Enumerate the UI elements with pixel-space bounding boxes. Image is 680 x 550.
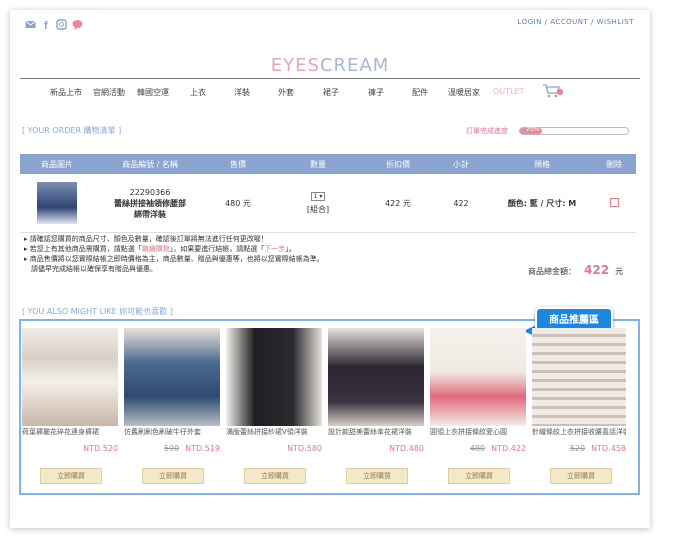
nav-item-skirts[interactable]: 裙子 [323,87,339,98]
nav-item-accessories[interactable]: 配件 [412,87,428,98]
nav-item-coats[interactable]: 外套 [278,87,294,98]
buy-now-button[interactable]: 立即購買 [448,468,510,484]
product-card[interactable]: 圓領上衣拼接條紋愛心圓 480 NTD.422 [430,328,526,453]
nav-item-pants[interactable]: 褲子 [368,87,384,98]
header-divider [20,78,640,79]
note-line-2: ▸ 若您上有其他商品需購買，請點選「繼續購物」，如果要進行結帳，請點選「下一步」… [24,245,296,253]
product-name-line1: 蕾絲拼接袖領修腰部 [114,198,186,208]
product-card[interactable]: 針織條紋上衣拼接收腰喜話洋裝 520 NTD.458 [532,328,626,453]
product-card[interactable]: 滿版蕾絲拼接紗裙V領洋裝 NTD.580 [226,328,322,453]
nav-item-home[interactable]: 溫暖居家 [448,87,480,98]
col-discount: 折扣價 [366,154,430,174]
buy-now-button[interactable]: 立即購買 [40,468,102,484]
chat-icon[interactable] [72,15,83,30]
product-card[interactable]: 仿舊刷刷色刷破牛仔外套 590 NTD.519 [124,328,220,453]
buy-now-button[interactable]: 立即購買 [142,468,204,484]
order-notes: ▸ 請確認您購買的商品尺寸、顏色及數量，確認後訂單將無法進行任何更改喔！ ▸ 若… [24,234,324,274]
nav-item-events[interactable]: 官網活動 [93,87,125,98]
sale-price: NTD.520 [83,444,118,453]
order-total: 商品總金額： 422 元 [528,263,623,277]
total-amount: 422 [584,263,610,277]
progress-label: 訂單完成進度 [466,127,508,135]
product-image[interactable] [532,328,626,426]
cart-table: 商品圖片 商品編號 / 名稱 售價 數量 折扣價 小計 規格 刪除 222903… [20,154,636,233]
sale-price: NTD.480 [389,444,424,453]
product-name[interactable]: 荷葉褲擺花碎花連身褲裙 [22,428,118,444]
buy-now-button[interactable]: 立即購買 [244,468,306,484]
facebook-icon[interactable]: f [41,15,52,32]
next-step-link[interactable]: 下一步 [264,245,285,253]
svg-text:f: f [44,20,48,30]
buy-now-button[interactable]: 立即購買 [550,468,612,484]
nav-item-new[interactable]: 新品上市 [50,87,82,98]
col-subtotal: 小計 [430,154,492,174]
note-line-4: 請儘早完成結帳以確保享有贈品與優惠。 [24,265,157,273]
site-logo[interactable]: EYESCREAM [10,55,650,76]
product-image[interactable] [430,328,526,426]
original-price: 590 [163,444,180,453]
product-spec: 顏色: 藍 / 尺寸: M [492,174,592,233]
product-name[interactable]: 設計款甜美蕾絲傘花裙洋裝 [328,428,424,444]
product-image[interactable] [328,328,424,426]
progress-percent: 20% [526,126,540,133]
quantity-select[interactable]: 1 ▾ [310,192,326,201]
note-line-3: ▸ 商品售價將以您實際結帳之即時價格為主，商品數量、贈品與優惠等，也將以您實際結… [24,255,324,263]
original-price: 480 [469,444,486,453]
page-frame: f LOGIN / ACCOUNT / WISHLIST EYESCREAM 新… [10,10,650,528]
product-image[interactable] [226,328,322,426]
account-links[interactable]: LOGIN / ACCOUNT / WISHLIST [518,18,634,26]
cart-row: 22290366 蕾絲拼接袖領修腰部 綁帶洋裝 480 元 1 ▾ [組合] 4… [20,174,636,233]
mail-icon[interactable] [25,15,36,28]
nav-item-korea[interactable]: 韓國空運 [137,87,169,98]
col-qty: 數量 [270,154,366,174]
sale-price: NTD.580 [287,444,322,453]
col-price: 售價 [206,154,270,174]
sale-price: NTD.458 [591,444,626,453]
col-name: 商品編號 / 名稱 [94,154,206,174]
product-name[interactable]: 圓領上衣拼接條紋愛心圓 [430,428,526,444]
product-name[interactable]: 針織條紋上衣拼接收腰喜話洋裝 [532,428,626,444]
product-card[interactable]: 設計款甜美蕾絲傘花裙洋裝 NTD.480 [328,328,424,453]
product-image[interactable] [124,328,220,426]
product-name[interactable]: 仿舊刷刷色刷破牛仔外套 [124,428,220,444]
col-delete: 刪除 [592,154,636,174]
product-image[interactable] [22,328,118,426]
buy-now-button[interactable]: 立即購買 [346,468,408,484]
order-progress-bar: 20% [519,126,629,135]
cart-header-row: 商品圖片 商品編號 / 名稱 售價 數量 折扣價 小計 規格 刪除 [20,154,636,174]
product-name-line2: 綁帶洋裝 [134,209,166,219]
col-image: 商品圖片 [20,154,94,174]
recommend-title: [ YOU ALSO MIGHT LIKE 妳可能也喜歡 ] [22,307,173,316]
continue-shopping-link[interactable]: 繼續購物 [142,245,170,253]
order-title: [ YOUR ORDER 購物清單 ] [22,126,122,135]
nav-item-dresses[interactable]: 洋裝 [234,87,250,98]
product-code: 22290366 [129,187,171,197]
product-name[interactable]: 滿版蕾絲拼接紗裙V領洋裝 [226,428,322,444]
product-thumbnail[interactable] [37,182,77,224]
delete-checkbox[interactable] [609,197,619,207]
col-spec: 規格 [492,154,592,174]
instagram-icon[interactable] [56,15,67,30]
sale-price: NTD.519 [185,444,220,453]
total-unit: 元 [615,267,624,276]
product-price: 480 元 [206,174,270,233]
product-subtotal: 422 [430,174,492,233]
nav-item-outlet[interactable]: OUTLET [493,87,524,96]
cart-icon[interactable] [542,83,564,101]
quantity-note: [組合] [306,205,330,214]
product-discount-price: 422 元 [366,174,430,233]
original-price: 520 [569,444,586,453]
product-card[interactable]: 荷葉褲擺花碎花連身褲裙 NTD.520 [22,328,118,453]
product-info[interactable]: 22290366 蕾絲拼接袖領修腰部 綁帶洋裝 [94,174,206,233]
sale-price: NTD.422 [491,444,526,453]
note-line-1: ▸ 請確認您購買的商品尺寸、顏色及數量，確認後訂單將無法進行任何更改喔！ [24,235,268,243]
total-label: 商品總金額： [528,267,576,276]
nav-item-tops[interactable]: 上衣 [190,87,206,98]
